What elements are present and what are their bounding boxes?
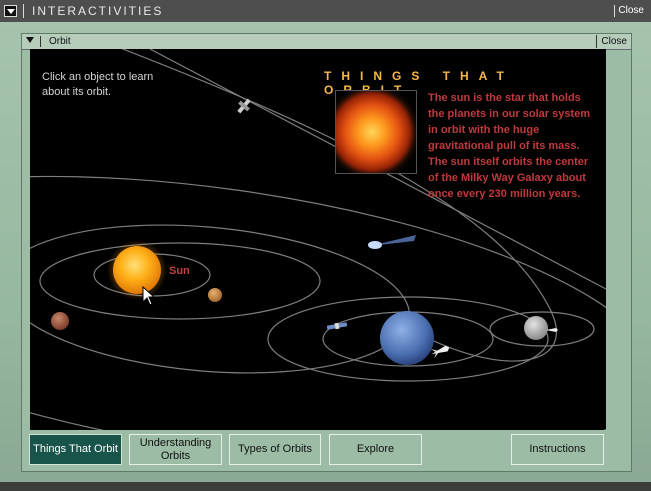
outer-bottom-border bbox=[0, 482, 651, 491]
blue-planet[interactable] bbox=[380, 311, 434, 365]
nav-things-that-orbit[interactable]: Things That Orbit bbox=[29, 434, 122, 465]
comet-icon[interactable] bbox=[368, 235, 416, 249]
nav-instructions[interactable]: Instructions bbox=[511, 434, 604, 465]
orbit-stage: Click an object to learn about its orbit… bbox=[30, 49, 606, 430]
sun-label: Sun bbox=[169, 265, 190, 277]
nav-explore[interactable]: Explore bbox=[329, 434, 422, 465]
info-description: The sun is the star that holds the plane… bbox=[428, 92, 590, 200]
small-planet[interactable] bbox=[208, 288, 222, 302]
outer-close-button[interactable]: Close bbox=[614, 5, 647, 17]
satellite-icon[interactable] bbox=[326, 321, 348, 330]
instruction-text: Click an object to learn about its orbit… bbox=[42, 71, 154, 98]
space-shuttle-icon[interactable] bbox=[430, 343, 451, 359]
title-separator bbox=[23, 4, 24, 18]
red-planet[interactable] bbox=[51, 312, 69, 330]
inner-titlebar: Orbit Close bbox=[22, 34, 631, 50]
outer-menu-icon[interactable] bbox=[4, 5, 17, 17]
window-title: INTERACTIVITIES bbox=[32, 4, 164, 18]
nav-types-of-orbits[interactable]: Types of Orbits bbox=[229, 434, 321, 465]
nav-understanding-orbits[interactable]: Understanding Orbits bbox=[129, 434, 222, 465]
outer-titlebar: INTERACTIVITIES Close bbox=[0, 0, 651, 23]
moon[interactable] bbox=[524, 316, 548, 340]
inner-title-separator bbox=[40, 36, 41, 47]
sun-photo bbox=[335, 90, 417, 174]
inner-close-button[interactable]: Close bbox=[596, 35, 627, 48]
inner-menu-icon[interactable] bbox=[26, 37, 34, 43]
inner-window-title: Orbit bbox=[49, 36, 71, 47]
mouse-cursor-icon bbox=[142, 286, 156, 306]
